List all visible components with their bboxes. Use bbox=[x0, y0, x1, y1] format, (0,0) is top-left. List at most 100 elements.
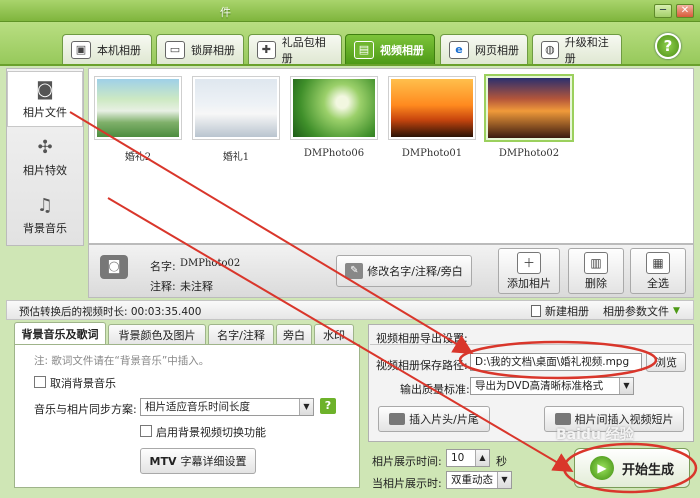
tab-narration[interactable]: 旁白 bbox=[276, 324, 312, 344]
tab-lockscreen-album[interactable]: ▭ 锁屏相册 bbox=[156, 34, 244, 64]
sidebar-item-photo-files[interactable]: ◙ 相片文件 bbox=[7, 71, 83, 127]
edit-icon: ✎ bbox=[345, 263, 364, 279]
album-icon: ▣ bbox=[71, 40, 91, 59]
film-icon: ▤ bbox=[354, 40, 374, 59]
transition-label: 当相片展示时: bbox=[372, 477, 442, 490]
transition-select[interactable]: 双重动态 ▼ bbox=[446, 471, 512, 489]
lyrics-note: 注: 歌词文件请在“背景音乐”中插入。 bbox=[34, 355, 210, 367]
photo-thumbnail[interactable] bbox=[94, 76, 182, 140]
note-label: 注释: bbox=[150, 280, 176, 293]
grid-icon: ▦ bbox=[646, 251, 670, 274]
new-album-button[interactable]: 新建相册 bbox=[531, 303, 589, 319]
window-title: 件 bbox=[220, 6, 231, 19]
edit-name-note-button[interactable]: ✎ 修改名字/注释/旁白 bbox=[336, 255, 472, 287]
tab-local-album[interactable]: ▣ 本机相册 bbox=[62, 34, 152, 64]
effects-icon: ✣ bbox=[37, 136, 53, 158]
mtv-tag: MTV bbox=[149, 454, 177, 468]
name-label: 名字: bbox=[150, 260, 176, 273]
tab-label: 锁屏相册 bbox=[191, 43, 235, 57]
music-icon: ♫ bbox=[36, 194, 54, 216]
tab-video-album[interactable]: ▤ 视频相册 bbox=[345, 34, 435, 64]
display-time-label: 相片展示时间: bbox=[372, 455, 442, 468]
sidebar-item-background-music[interactable]: ♫ 背景音乐 bbox=[7, 187, 83, 243]
display-time-spinner[interactable]: 10 ▲ bbox=[446, 449, 490, 467]
save-path-input[interactable]: D:\我的文档\桌面\婚礼视频.mpg bbox=[470, 353, 642, 371]
chevron-down-icon: ▼ bbox=[619, 378, 633, 394]
help-button[interactable]: ? bbox=[655, 33, 681, 59]
sidebar-item-label: 相片特效 bbox=[23, 163, 67, 177]
watermark-text: Baidu 经验 bbox=[556, 427, 634, 443]
select-all-button[interactable]: ▦ 全选 bbox=[630, 248, 686, 294]
camera-icon: ◙ bbox=[36, 78, 54, 100]
tab-label: 本机相册 bbox=[97, 43, 141, 57]
sidebar-item-photo-effects[interactable]: ✣ 相片特效 bbox=[7, 129, 83, 185]
save-path-label: 视频相册保存路径: bbox=[376, 359, 468, 372]
sidebar-item-label: 背景音乐 bbox=[23, 221, 67, 235]
tab-upgrade-register[interactable]: ◍ 升级和注册 bbox=[532, 34, 622, 65]
minimize-button[interactable]: ─ bbox=[654, 4, 672, 18]
sync-mode-value: 相片适应音乐时间长度 bbox=[145, 401, 250, 413]
sidebar-item-label: 相片文件 bbox=[23, 105, 67, 119]
tab-bg-color-image[interactable]: 背景颜色及图片 bbox=[108, 324, 206, 344]
cancel-music-label: 取消背景音乐 bbox=[50, 377, 116, 390]
album-params-button[interactable]: 相册参数文件 ▼ bbox=[603, 303, 680, 319]
photo-thumbnail[interactable] bbox=[388, 76, 476, 140]
gift-icon: ✚ bbox=[257, 40, 276, 59]
tab-label: 网页相册 bbox=[475, 43, 519, 57]
main-tab-bar: ▣ 本机相册 ▭ 锁屏相册 ✚ 礼品包相册 ▤ 视频相册 e 网页相册 ◍ 升级… bbox=[0, 22, 700, 66]
photo-thumbnail-selected[interactable] bbox=[484, 74, 574, 142]
photo-caption: DMPhoto06 bbox=[303, 148, 365, 159]
sync-mode-select[interactable]: 相片适应音乐时间长度 ▼ bbox=[140, 398, 314, 416]
add-photo-label: 添加相片 bbox=[507, 276, 551, 290]
ie-icon: e bbox=[449, 40, 469, 59]
transition-value: 双重动态 bbox=[451, 474, 493, 486]
new-album-label: 新建相册 bbox=[545, 305, 589, 318]
start-generate-button[interactable]: ▶ 开始生成 bbox=[574, 448, 690, 488]
bg-video-switch-checkbox[interactable] bbox=[140, 425, 152, 437]
camera-icon: ◙ bbox=[100, 255, 128, 279]
document-icon bbox=[531, 305, 541, 317]
select-all-label: 全选 bbox=[647, 276, 669, 290]
quality-select[interactable]: 导出为DVD高清晰标准格式 ▼ bbox=[470, 377, 634, 395]
quality-label: 输出质量标准: bbox=[400, 383, 470, 396]
tab-web-album[interactable]: e 网页相册 bbox=[440, 34, 528, 64]
subtitle-settings-button[interactable]: MTV 字幕详细设置 bbox=[140, 448, 256, 474]
chevron-down-icon: ▼ bbox=[497, 472, 511, 488]
insert-intro-outro-button[interactable]: 插入片头/片尾 bbox=[378, 406, 490, 432]
photo-caption: DMPhoto02 bbox=[498, 148, 560, 159]
tab-label: 礼品包相册 bbox=[281, 35, 326, 65]
delete-button[interactable]: ▥ 删除 bbox=[568, 248, 624, 294]
insert-intro-outro-label: 插入片头/片尾 bbox=[409, 413, 479, 426]
chevron-down-icon: ▼ bbox=[673, 306, 680, 316]
add-photo-icon: ＋ bbox=[517, 251, 541, 274]
spinner-icon: ▲ bbox=[475, 450, 489, 466]
chevron-down-icon: ▼ bbox=[299, 399, 313, 415]
photo-thumbnail[interactable] bbox=[290, 76, 378, 140]
tab-music-lyrics[interactable]: 背景音乐及歌词 bbox=[14, 322, 106, 344]
title-bar: 件 ─ ✕ bbox=[0, 0, 700, 22]
note-value: 未注释 bbox=[180, 280, 213, 293]
tab-watermark[interactable]: 水印 bbox=[314, 324, 354, 344]
browse-button[interactable]: 浏览 bbox=[646, 352, 686, 372]
display-time-value: 10 bbox=[451, 452, 465, 464]
close-button[interactable]: ✕ bbox=[676, 4, 694, 18]
tab-label: 视频相册 bbox=[380, 43, 424, 57]
add-photo-button[interactable]: ＋ 添加相片 bbox=[498, 248, 560, 294]
sidebar: ◙ 相片文件 ✣ 相片特效 ♫ 背景音乐 bbox=[6, 68, 84, 246]
delete-label: 删除 bbox=[585, 276, 607, 290]
tab-name-note[interactable]: 名字/注释 bbox=[208, 324, 274, 344]
quality-value: 导出为DVD高清晰标准格式 bbox=[475, 380, 604, 392]
video-icon bbox=[389, 413, 406, 425]
estimated-duration: 预估转换后的视频时长: 00:03:35.400 bbox=[19, 306, 202, 318]
tab-label: 升级和注册 bbox=[564, 35, 609, 65]
status-bar: 预估转换后的视频时长: 00:03:35.400 新建相册 相册参数文件 ▼ bbox=[6, 300, 694, 320]
photo-caption: 婚礼2 bbox=[124, 152, 152, 163]
help-icon[interactable]: ? bbox=[320, 398, 336, 414]
cancel-music-checkbox[interactable] bbox=[34, 376, 46, 388]
monitor-icon: ▭ bbox=[165, 40, 185, 59]
photo-caption: 婚礼1 bbox=[222, 152, 250, 163]
photo-caption: DMPhoto01 bbox=[401, 148, 463, 159]
photo-thumbnail[interactable] bbox=[192, 76, 280, 140]
play-icon: ▶ bbox=[589, 456, 614, 480]
tab-gift-album[interactable]: ✚ 礼品包相册 bbox=[248, 34, 342, 65]
